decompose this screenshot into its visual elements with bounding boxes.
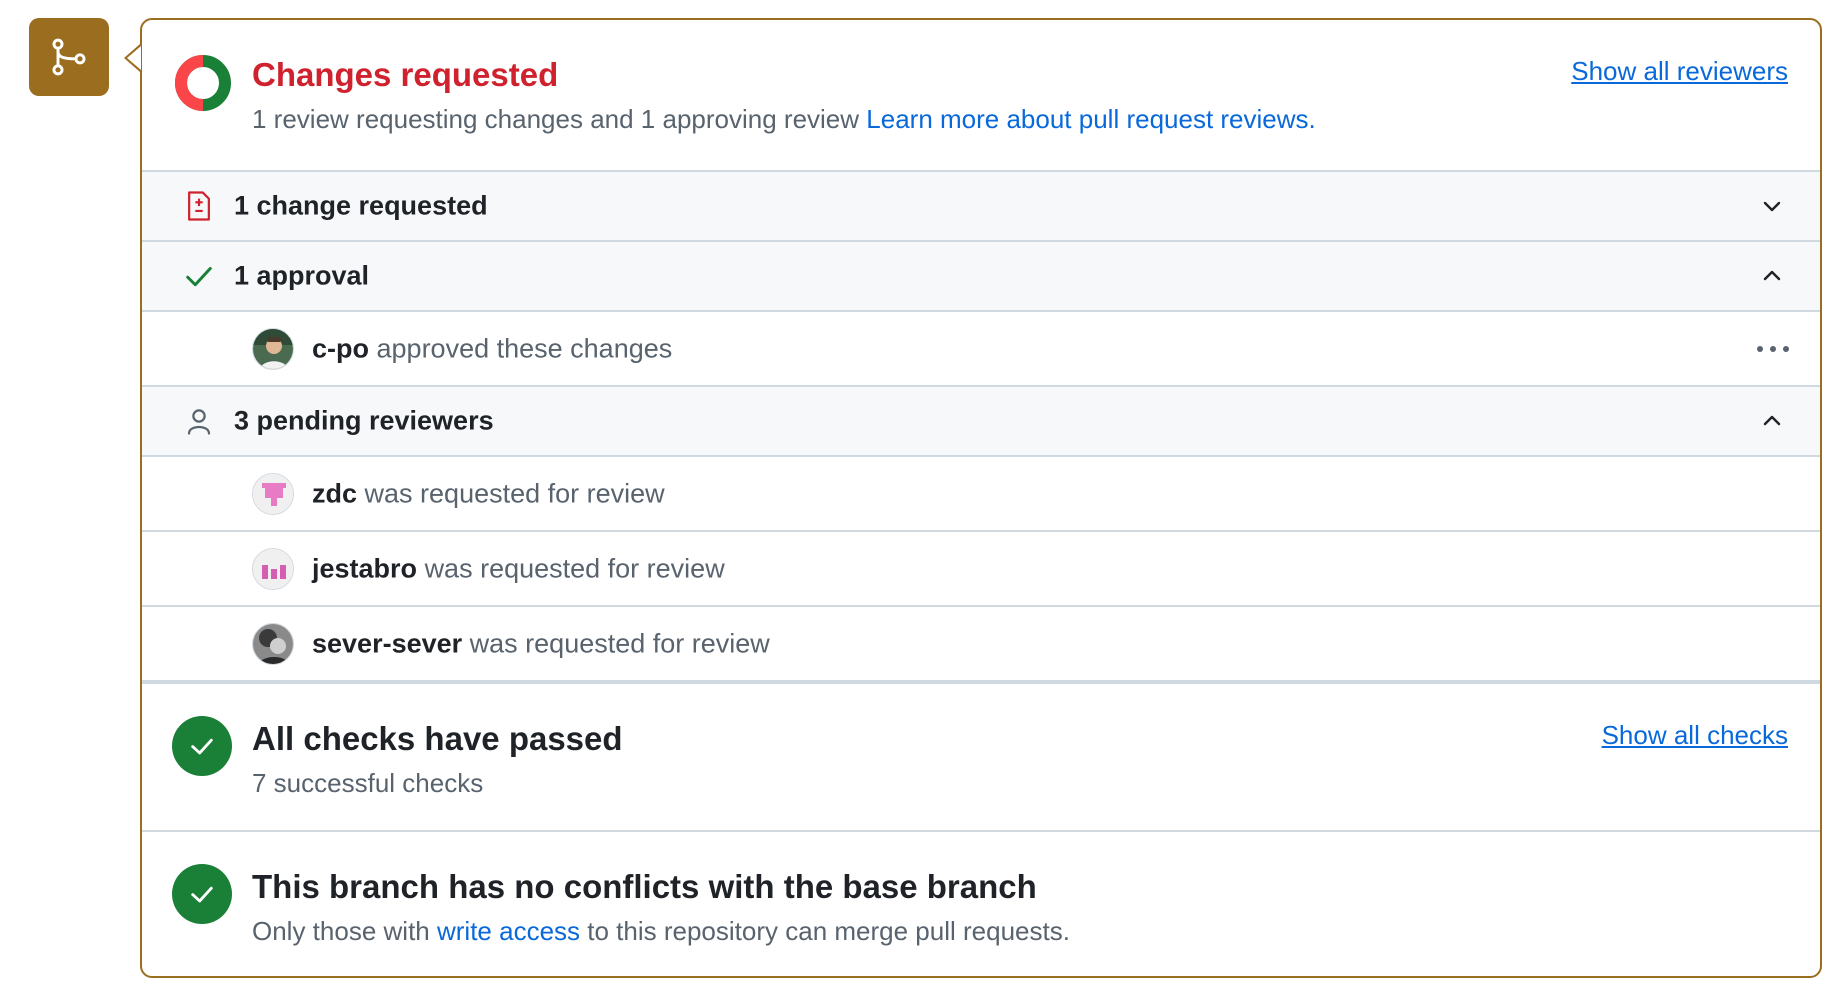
git-branch-icon [52,38,86,76]
reviewer-username[interactable]: c-po [312,333,369,363]
approvals-group[interactable]: 1 approval [142,240,1820,310]
pending-reviewer-text: sever-sever was requested for review [312,628,770,659]
avatar[interactable] [252,472,294,515]
reviewer-action: was requested for review [424,553,725,583]
approval-row: c-po approved these changes [142,310,1820,385]
checks-subtitle: 7 successful checks [252,768,484,798]
show-all-checks-link[interactable]: Show all checks [1602,720,1788,751]
reviewer-username[interactable]: sever-sever [312,628,462,658]
reviewer-action: approved these changes [376,333,673,363]
pending-reviewer-text: jestabro was requested for review [312,553,725,584]
review-status-summary: 1 review requesting changes and 1 approv… [252,104,860,134]
conflicts-subtitle: Only those with write access to this rep… [252,916,1070,947]
chevron-up-icon[interactable] [1760,409,1784,433]
check-circle-icon [172,864,232,924]
reviewer-username[interactable]: zdc [312,478,357,508]
avatar[interactable] [252,622,294,665]
panel-pointer-fill [127,46,141,70]
pending-reviewer-row: sever-sever was requested for review [142,605,1820,680]
reviewer-action: was requested for review [364,478,665,508]
review-status-subtitle: 1 review requesting changes and 1 approv… [252,104,1316,135]
merge-conflicts-section: This branch has no conflicts with the ba… [142,830,1820,976]
merge-box-panel: Changes requested 1 review requesting ch… [140,18,1822,978]
kebab-horizontal-icon[interactable] [1756,344,1790,354]
avatar[interactable] [252,547,294,590]
chevron-up-icon[interactable] [1760,264,1784,288]
conflicts-title: This branch has no conflicts with the ba… [252,868,1037,905]
changes-requested-group[interactable]: 1 change requested [142,170,1820,240]
person-icon [184,406,214,436]
review-status-title: Changes requested [252,56,559,93]
show-all-reviewers-link[interactable]: Show all reviewers [1571,56,1788,87]
pending-reviewer-text: zdc was requested for review [312,478,665,509]
learn-more-link[interactable]: Learn more about pull request reviews. [866,104,1315,134]
file-diff-icon [184,190,214,222]
approval-text: c-po approved these changes [312,333,672,364]
pending-reviewer-row: jestabro was requested for review [142,530,1820,605]
reviewer-username[interactable]: jestabro [312,553,417,583]
conflicts-subtitle-after: to this repository can merge pull reques… [587,916,1070,946]
pending-reviewer-row: zdc was requested for review [142,455,1820,530]
reviewer-action: was requested for review [469,628,770,658]
avatar[interactable] [252,327,294,370]
check-circle-icon [172,716,232,776]
review-status-section: Changes requested 1 review requesting ch… [142,20,1820,170]
write-access-link[interactable]: write access [437,916,580,946]
conflicts-subtitle-before: Only those with [252,916,430,946]
pending-reviewers-group[interactable]: 3 pending reviewers [142,385,1820,455]
checks-section: All checks have passed 7 successful chec… [142,680,1820,830]
review-status-ring-icon [175,55,231,111]
changes-requested-label: 1 change requested [234,190,488,221]
checks-title: All checks have passed [252,720,623,757]
pending-reviewers-label: 3 pending reviewers [234,405,494,436]
chevron-down-icon[interactable] [1760,194,1784,218]
approvals-label: 1 approval [234,260,370,291]
check-icon [184,261,214,291]
git-merge-badge [29,18,109,96]
